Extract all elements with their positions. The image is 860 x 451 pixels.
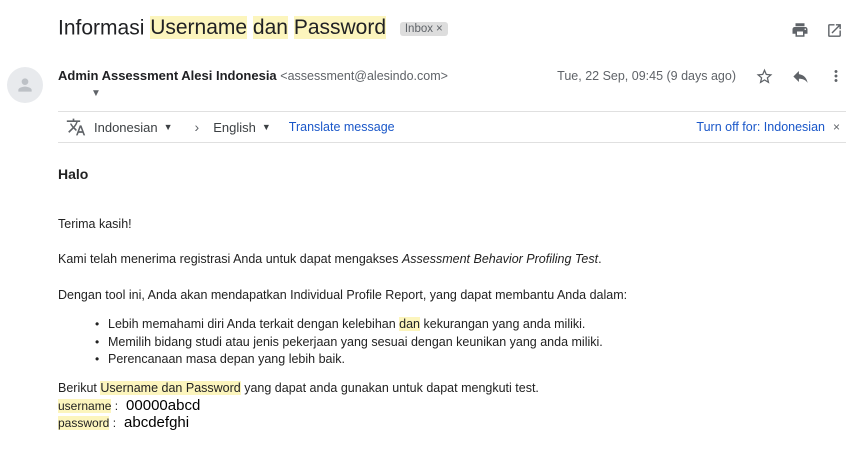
translate-bar: Indonesian ▼ › English ▼ Translate message… — [58, 111, 846, 143]
username-separator: : — [111, 399, 119, 413]
sender-email: <assessment@alesindo.com> — [280, 69, 448, 83]
password-row: password : abcdefghi — [58, 414, 189, 431]
list-item-text: Lebih memahami diri Anda terkait dengan … — [108, 317, 400, 331]
password-value: abcdefghi — [124, 414, 190, 431]
username-label: username — [58, 399, 112, 413]
email-date: Tue, 22 Sep, 09:45 (9 days ago) — [557, 69, 736, 83]
subject-space-2 — [288, 16, 294, 39]
details-dropdown-icon[interactable]: ▼ — [91, 88, 101, 99]
email-subject: Informasi Username dan Password Inbox × — [58, 16, 448, 40]
star-icon[interactable] — [754, 66, 774, 86]
print-icon[interactable] — [790, 20, 810, 40]
subject-highlight-dan: dan — [252, 16, 288, 40]
benefit-list: Lebih memahami diri Anda terkait dengan … — [58, 316, 603, 369]
greeting: Halo — [58, 166, 89, 182]
sender-info: Admin Assessment Alesi Indonesia <assess… — [58, 68, 448, 83]
chevron-down-icon: ▼ — [163, 122, 173, 132]
target-language-select[interactable]: English ▼ — [213, 120, 271, 135]
open-in-new-window-icon[interactable] — [824, 20, 844, 40]
close-icon[interactable]: × — [833, 120, 840, 134]
credentials-intro-post: yang dapat anda gunakan untuk dapat meng… — [240, 381, 539, 395]
credentials-intro-highlight: Username dan Password — [100, 381, 241, 395]
target-language-label: English — [213, 119, 256, 135]
chevron-down-icon: ▼ — [261, 122, 271, 132]
avatar[interactable] — [7, 67, 43, 103]
credentials-intro: Berikut Username dan Password yang dapat… — [58, 381, 539, 395]
inbox-label-badge[interactable]: Inbox × — [399, 22, 448, 37]
subject-highlight-username: Username — [150, 16, 248, 40]
password-label: password — [58, 416, 110, 430]
list-item: Perencanaan masa depan yang lebih baik. — [95, 351, 603, 369]
subject-text-pre: Informasi — [58, 16, 151, 40]
test-name: Assessment Behavior Profiling Test — [401, 252, 599, 266]
subject-highlight-password: Password — [293, 16, 387, 40]
remove-label-icon[interactable]: × — [436, 23, 443, 35]
list-item-highlight: dan — [399, 317, 421, 331]
person-icon — [18, 78, 32, 92]
turn-off-translate-link[interactable]: Turn off for: Indonesian — [696, 120, 825, 134]
translate-icon — [66, 117, 88, 137]
registration-text-post: . — [598, 252, 602, 266]
source-language-select[interactable]: Indonesian ▼ — [94, 120, 173, 135]
tool-text: Dengan tool ini, Anda akan mendapatkan I… — [58, 288, 628, 302]
list-item: Memilih bidang studi atau jenis pekerjaa… — [95, 334, 603, 352]
list-item: Lebih memahami diri Anda terkait dengan … — [95, 316, 603, 334]
credentials-intro-pre: Berikut — [58, 381, 101, 395]
sender-name[interactable]: Admin Assessment Alesi Indonesia — [58, 68, 277, 83]
thanks-text: Terima kasih! — [58, 217, 132, 231]
password-separator: : — [109, 416, 117, 430]
more-vert-icon[interactable] — [826, 66, 846, 86]
registration-text: Kami telah menerima registrasi Anda untu… — [58, 252, 602, 266]
translate-message-link[interactable]: Translate message — [289, 120, 395, 134]
chevron-right-icon: › — [194, 119, 200, 135]
source-language-label: Indonesian — [94, 119, 158, 135]
registration-text-pre: Kami telah menerima registrasi Anda untu… — [58, 252, 402, 266]
reply-icon[interactable] — [790, 66, 810, 86]
username-row: username :00000abcd — [58, 397, 200, 414]
inbox-label-text: Inbox — [404, 23, 433, 36]
list-item-text-post: kekurangan yang anda miliki. — [420, 317, 586, 331]
username-value: 00000abcd — [126, 397, 201, 414]
